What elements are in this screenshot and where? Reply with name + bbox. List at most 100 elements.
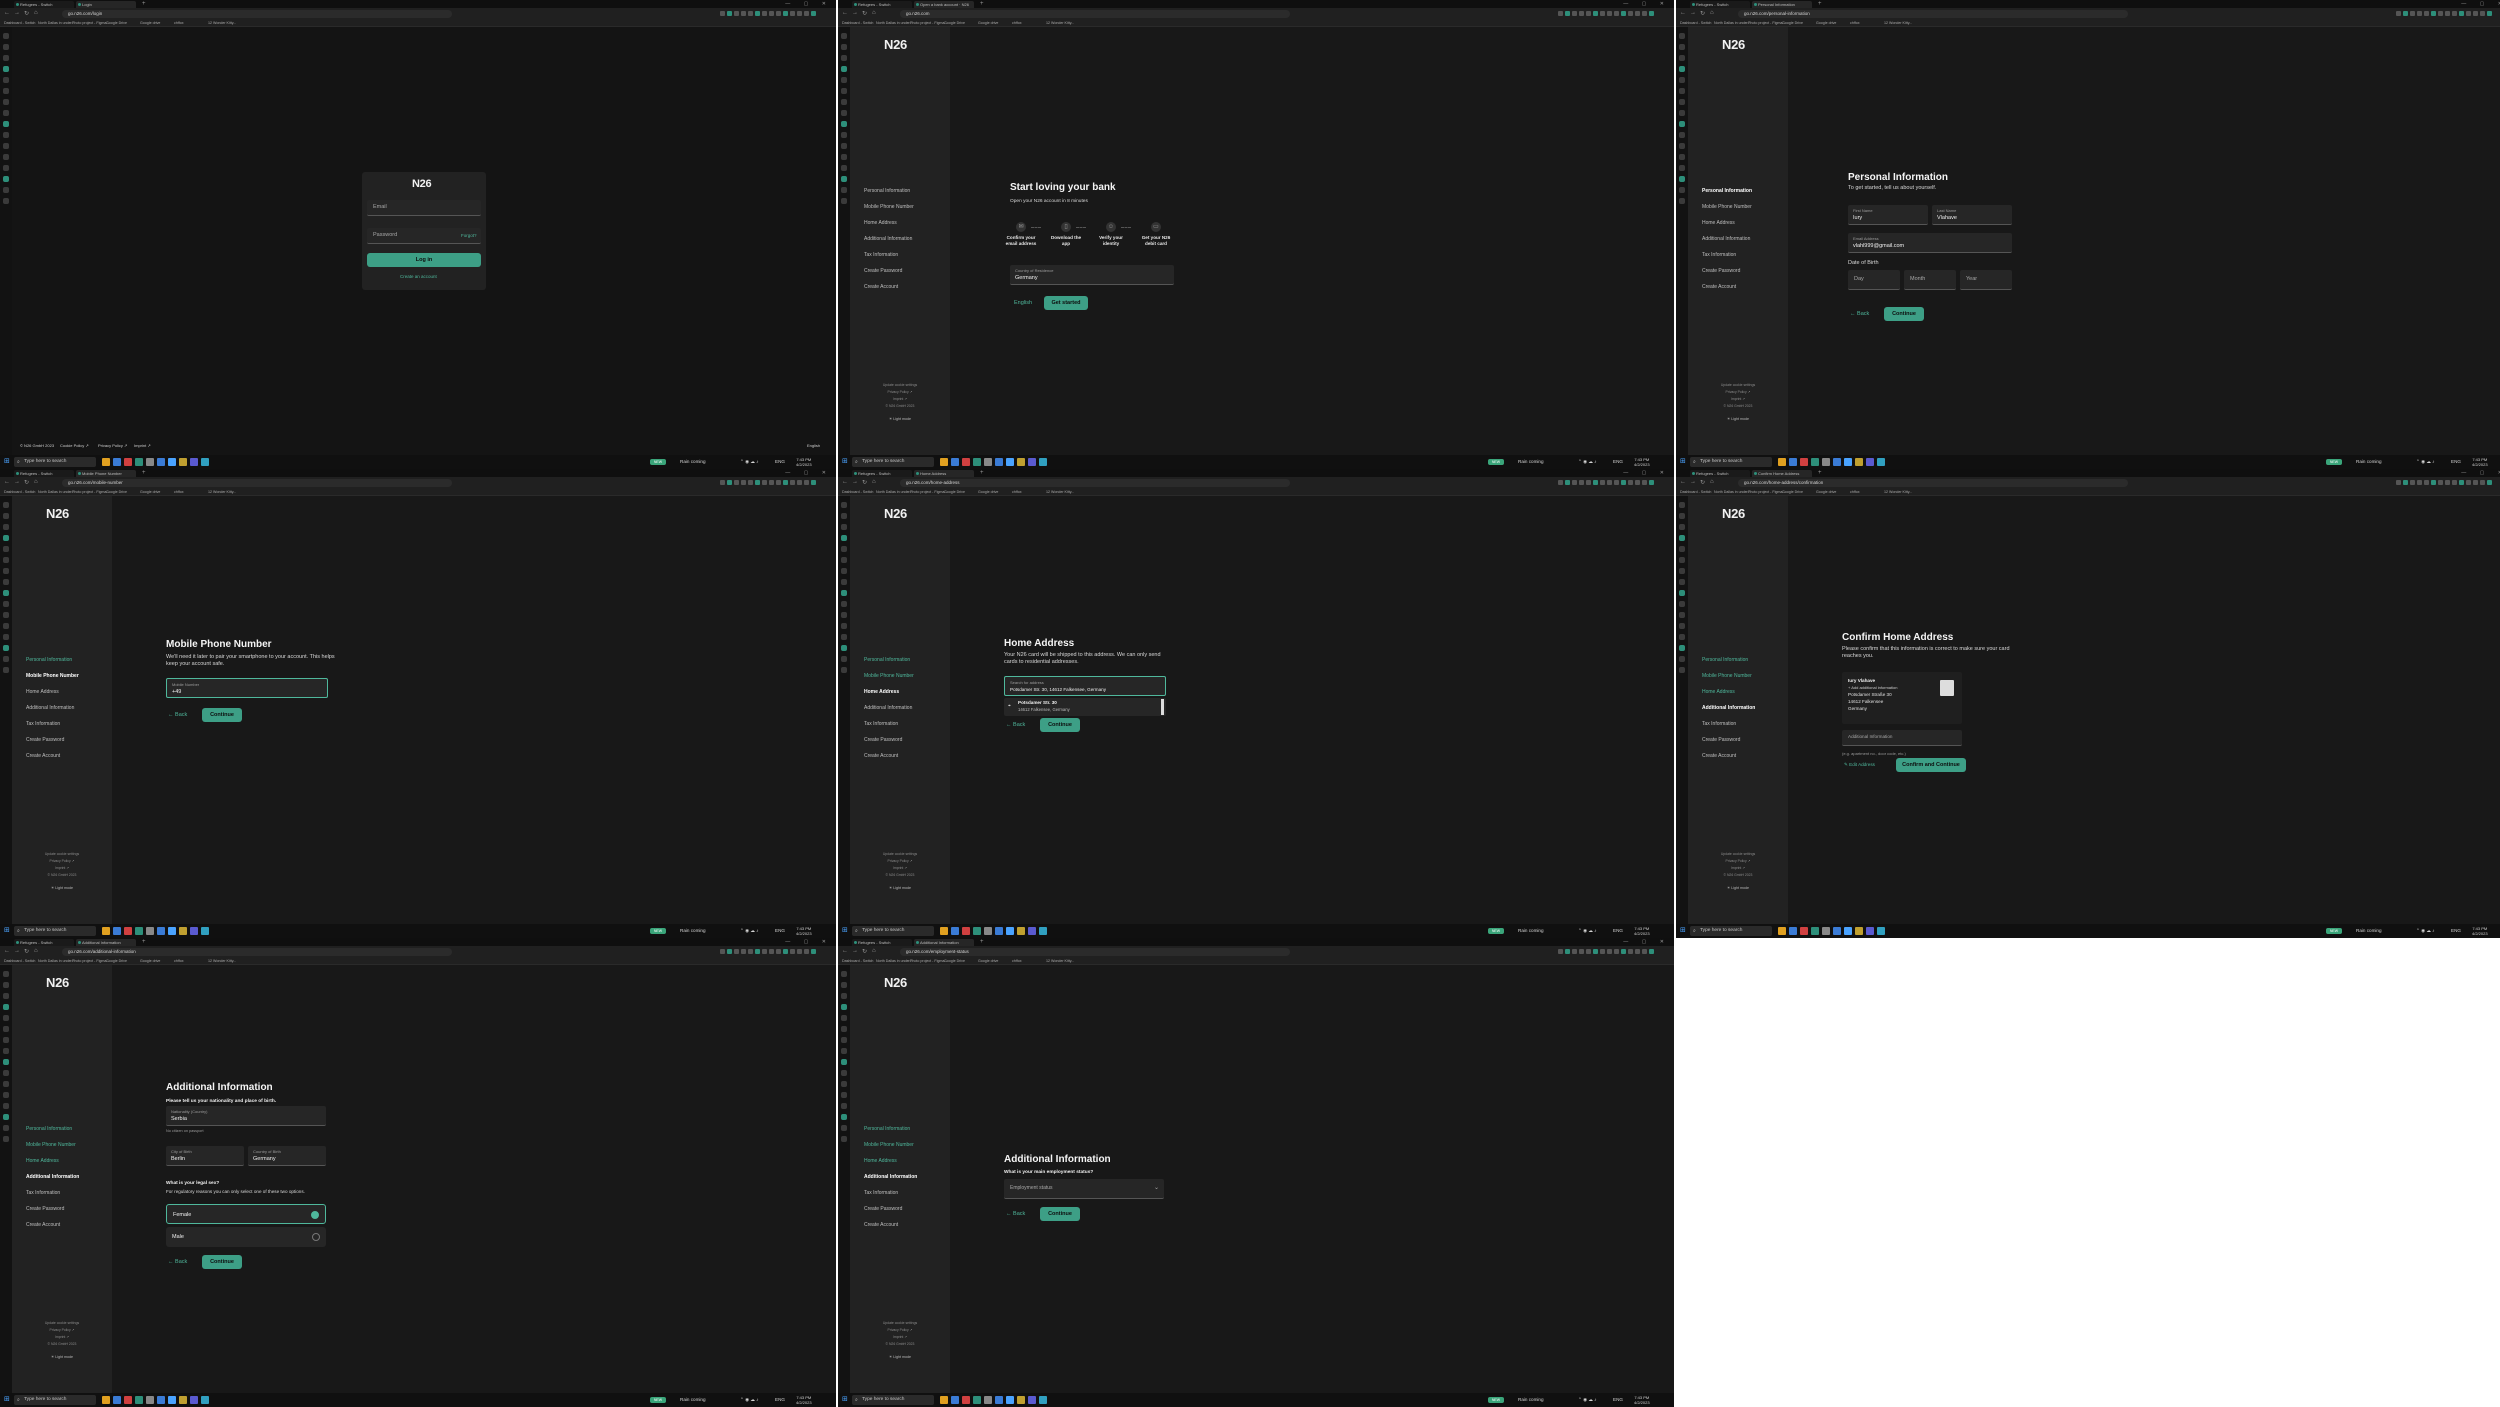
extension-icon[interactable] — [769, 949, 774, 954]
bookmark-item[interactable]: chffox — [174, 489, 184, 496]
extension-icon[interactable] — [811, 480, 816, 485]
day-field[interactable]: Day — [1848, 270, 1900, 290]
browser-tab-active[interactable]: Mobile Phone Number — [76, 470, 136, 477]
extension-icon[interactable] — [1593, 480, 1598, 485]
sidebar-app-icon[interactable] — [1679, 198, 1685, 204]
sidebar-footer-link[interactable]: Imprint ↗ — [12, 866, 112, 871]
sidebar-app-icon[interactable] — [3, 546, 9, 552]
new-tab-icon[interactable]: + — [142, 939, 146, 946]
sidebar-app-icon[interactable] — [1679, 44, 1685, 50]
sidebar-app-icon[interactable] — [3, 187, 9, 193]
sidebar-app-icon[interactable] — [841, 1092, 847, 1098]
add-info-link[interactable]: + Add additional information — [1848, 685, 1897, 690]
browser-tab[interactable]: Refugees - Switch — [14, 939, 74, 946]
window-controls-icon[interactable]: — ▢ ✕ — [785, 0, 832, 8]
bookmark-item[interactable]: Dashboard - Switch — [4, 20, 35, 27]
taskbar-app-icon[interactable] — [179, 1396, 187, 1404]
sidebar-app-icon[interactable] — [841, 1026, 847, 1032]
sidebar-app-icon[interactable] — [1679, 143, 1685, 149]
extension-icon[interactable] — [2417, 11, 2422, 16]
extension-icon[interactable] — [776, 480, 781, 485]
year-field[interactable]: Year — [1960, 270, 2012, 290]
sidebar-app-icon[interactable] — [841, 982, 847, 988]
sidebar-footer-link[interactable]: Privacy Policy ↗ — [850, 859, 950, 864]
employment-status-select[interactable]: Employment status ⌄ — [1004, 1179, 1164, 1199]
sidebar-app-icon[interactable] — [3, 154, 9, 160]
bookmark-item[interactable]: North Dallas in under... — [1714, 489, 1751, 496]
n26-logo[interactable]: N26 — [884, 975, 907, 990]
sidebar-app-icon[interactable] — [841, 1004, 847, 1010]
extension-icon[interactable] — [1607, 949, 1612, 954]
extension-icon[interactable] — [1628, 480, 1633, 485]
taskbar-app-icon[interactable] — [973, 1396, 981, 1404]
taskbar-app-icon[interactable] — [179, 458, 187, 466]
bookmark-item[interactable]: Photo project - Figma... — [1748, 20, 1785, 27]
sidebar-app-icon[interactable] — [3, 1092, 9, 1098]
sidebar-app-icon[interactable] — [841, 1070, 847, 1076]
sidebar-app-icon[interactable] — [3, 99, 9, 105]
sidebar-app-icon[interactable] — [1679, 601, 1685, 607]
bookmark-item[interactable]: Google Drive — [944, 489, 965, 496]
taskbar-app-icon[interactable] — [190, 927, 198, 935]
sidebar-app-icon[interactable] — [1679, 55, 1685, 61]
sidebar-app-icon[interactable] — [841, 33, 847, 39]
back-button[interactable]: ← Back — [168, 1255, 187, 1269]
forgot-password-link[interactable]: Forgot? — [461, 233, 477, 238]
back-button[interactable]: ← Back — [1006, 718, 1025, 732]
sidebar-footer-link[interactable]: Update cookie settings — [850, 1321, 950, 1326]
sidebar-app-icon[interactable] — [841, 1059, 847, 1065]
edit-address-link[interactable]: ✎ Edit Address — [1844, 762, 1875, 768]
taskbar-app-icon[interactable] — [1028, 1396, 1036, 1404]
extension-icon[interactable] — [2466, 11, 2471, 16]
extension-icon[interactable] — [2480, 11, 2485, 16]
browser-tab-active[interactable]: Confirm Home Address — [1752, 470, 1812, 477]
extension-icon[interactable] — [797, 11, 802, 16]
bookmark-item[interactable]: Photo project - Figma... — [910, 958, 947, 965]
taskbar-app-icon[interactable] — [146, 458, 154, 466]
forward-icon[interactable]: → — [852, 948, 858, 954]
n26-logo[interactable]: N26 — [46, 506, 69, 521]
n26-logo[interactable]: N26 — [1722, 37, 1745, 52]
footer-imprint-link[interactable]: Imprint ↗ — [134, 443, 151, 448]
sidebar-app-icon[interactable] — [841, 1136, 847, 1142]
extension-icon[interactable] — [769, 480, 774, 485]
bookmark-item[interactable]: Google Drive — [944, 958, 965, 965]
taskbar-app-icon[interactable] — [1039, 927, 1047, 935]
sidebar-app-icon[interactable] — [841, 132, 847, 138]
bookmark-item[interactable]: 12 Wonder Kitty... — [208, 958, 236, 965]
window-controls-icon[interactable]: — ▢ ✕ — [1623, 469, 1670, 477]
sidebar-app-icon[interactable] — [841, 99, 847, 105]
bookmark-item[interactable]: Google Drive — [106, 489, 127, 496]
bookmark-item[interactable]: Dashboard - Switch — [4, 489, 35, 496]
taskbar-app-icon[interactable] — [940, 927, 948, 935]
sidebar-app-icon[interactable] — [1679, 579, 1685, 585]
sidebar-app-icon[interactable] — [841, 176, 847, 182]
browser-tab-active[interactable]: Home Address — [914, 470, 974, 477]
bookmark-item[interactable]: North Dallas in under... — [38, 489, 75, 496]
sidebar-app-icon[interactable] — [3, 1059, 9, 1065]
sidebar-app-icon[interactable] — [3, 44, 9, 50]
back-icon[interactable]: ← — [4, 479, 10, 485]
nationality-field[interactable]: Nationality (Country) Serbia — [166, 1106, 326, 1126]
sidebar-app-icon[interactable] — [841, 524, 847, 530]
taskbar-app-icon[interactable] — [1811, 927, 1819, 935]
light-mode-toggle[interactable]: ☀ Light mode — [850, 1355, 950, 1359]
bookmark-item[interactable]: chffox — [1012, 20, 1022, 27]
sidebar-footer-link[interactable]: Update cookie settings — [850, 383, 950, 388]
continue-button[interactable]: Continue — [1884, 307, 1924, 321]
taskbar-app-icon[interactable] — [973, 927, 981, 935]
sidebar-app-icon[interactable] — [1679, 667, 1685, 673]
windows-start-icon[interactable]: ⊞ — [1680, 927, 1686, 935]
sidebar-app-icon[interactable] — [3, 66, 9, 72]
sidebar-app-icon[interactable] — [3, 623, 9, 629]
window-controls-icon[interactable]: — ▢ ✕ — [2461, 469, 2500, 477]
forward-icon[interactable]: → — [1690, 10, 1696, 16]
bookmark-item[interactable]: Google Drive — [944, 20, 965, 27]
sidebar-app-icon[interactable] — [3, 579, 9, 585]
sidebar-app-icon[interactable] — [1679, 187, 1685, 193]
taskbar-app-icon[interactable] — [995, 927, 1003, 935]
taskbar-app-icon[interactable] — [146, 1396, 154, 1404]
sidebar-footer-link[interactable]: © N26 GmbH 2023 — [850, 1342, 950, 1347]
additional-info-field[interactable]: Additional Information — [1842, 730, 1962, 746]
extension-icon[interactable] — [797, 949, 802, 954]
